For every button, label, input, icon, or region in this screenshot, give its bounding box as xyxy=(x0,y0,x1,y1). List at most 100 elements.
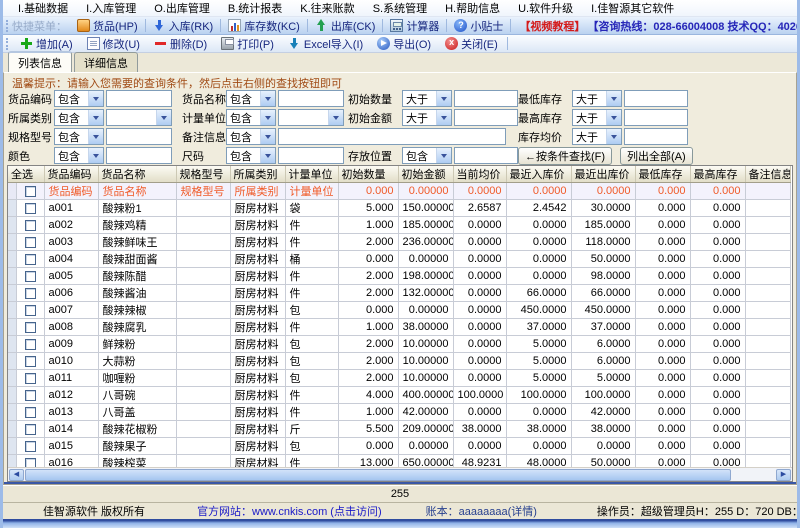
filter-operator-select[interactable]: 大于 xyxy=(572,109,622,126)
row-checkbox[interactable] xyxy=(25,390,36,401)
locate-row[interactable]: 货品编码货品名称规格型号所属类别计量单位0.0000.000000.00000.… xyxy=(8,183,790,200)
quick-item-2[interactable]: 库存数(KC) xyxy=(223,18,305,34)
scroll-left-button[interactable]: ◀ xyxy=(9,469,24,481)
filter-value-input[interactable] xyxy=(278,128,506,145)
menu-item-3[interactable]: B.统计报表 xyxy=(219,0,291,17)
list-all-button[interactable]: 列出全部(A) xyxy=(620,147,693,165)
filter-value-input[interactable] xyxy=(278,147,344,164)
col-header-7[interactable]: 当前均价 xyxy=(453,166,506,183)
row-checkbox[interactable] xyxy=(25,356,36,367)
row-checkbox[interactable] xyxy=(25,407,36,418)
filter-value-input[interactable] xyxy=(624,109,688,126)
toolbar-button-0[interactable]: 增加(A) xyxy=(13,36,80,52)
quick-item-1[interactable]: 入库(RK) xyxy=(148,18,219,34)
filter-value-input[interactable] xyxy=(624,90,688,107)
row-checkbox[interactable] xyxy=(25,220,36,231)
col-header-3[interactable]: 所属类别 xyxy=(230,166,285,183)
table-row-10[interactable]: a011咖喱粉厨房材料包2.00010.000000.00005.00005.0… xyxy=(8,370,790,387)
scroll-thumb[interactable] xyxy=(25,469,731,481)
col-header-8[interactable]: 最近入库价 xyxy=(506,166,571,183)
table-row-12[interactable]: a013八哥盖厨房材料件1.00042.000000.00000.000042.… xyxy=(8,404,790,421)
filter-value-input[interactable] xyxy=(454,109,518,126)
col-header-5[interactable]: 初始数量 xyxy=(338,166,398,183)
row-checkbox[interactable] xyxy=(25,322,36,333)
select-all-header[interactable]: 全选 xyxy=(8,166,44,183)
filter-value-input[interactable] xyxy=(454,90,518,107)
filter-operator-select[interactable]: 包含 xyxy=(226,147,276,164)
tab-detail-info[interactable]: 详细信息 xyxy=(74,52,138,72)
toolbar-button-5[interactable]: 导出(O) xyxy=(370,36,438,52)
row-checkbox[interactable] xyxy=(25,373,36,384)
hotline-link[interactable]: 【咨询热线：028-66004008 技术QQ：402603(点击交谈)】 xyxy=(587,18,800,34)
menu-item-5[interactable]: S.系统管理 xyxy=(364,0,436,17)
table-row-9[interactable]: a010大蒜粉厨房材料包2.00010.000000.00005.00006.0… xyxy=(8,353,790,370)
menu-item-6[interactable]: H.帮助信息 xyxy=(436,0,509,17)
col-header-10[interactable]: 最低库存 xyxy=(635,166,690,183)
menu-item-4[interactable]: K.往来账款 xyxy=(291,0,363,17)
toolbar-button-6[interactable]: 关闭(E) xyxy=(438,36,505,52)
filter-value-input[interactable] xyxy=(106,147,172,164)
table-row-11[interactable]: a012八哥碗厨房材料件4.000400.00000100.0000100.00… xyxy=(8,387,790,404)
filter-value-select[interactable] xyxy=(106,109,172,126)
filter-operator-select[interactable]: 大于 xyxy=(572,128,622,145)
scroll-right-button[interactable]: ▶ xyxy=(776,469,791,481)
col-header-9[interactable]: 最近出库价 xyxy=(571,166,635,183)
quick-item-3[interactable]: 出库(CK) xyxy=(310,18,381,34)
col-header-2[interactable]: 规格型号 xyxy=(176,166,230,183)
col-header-1[interactable]: 货品名称 xyxy=(98,166,176,183)
row-checkbox[interactable] xyxy=(25,339,36,350)
row-checkbox[interactable] xyxy=(25,441,36,452)
row-checkbox[interactable] xyxy=(25,237,36,248)
table-row-14[interactable]: a015酸辣果子厨房材料包0.0000.000000.00000.00000.0… xyxy=(8,438,790,455)
filter-value-input[interactable] xyxy=(106,90,172,107)
locate-row-checkbox[interactable] xyxy=(25,186,36,197)
table-row-4[interactable]: a005酸辣陈醋厨房材料件2.000198.000000.00000.00009… xyxy=(8,268,790,285)
filter-operator-select[interactable]: 大于 xyxy=(572,90,622,107)
row-checkbox[interactable] xyxy=(25,305,36,316)
table-row-7[interactable]: a008酸辣腐乳厨房材料件1.00038.000000.000037.00003… xyxy=(8,319,790,336)
filter-operator-select[interactable]: 大于 xyxy=(402,90,452,107)
row-checkbox[interactable] xyxy=(25,271,36,282)
menu-item-2[interactable]: O.出库管理 xyxy=(145,0,219,17)
col-header-12[interactable]: 备注信息 xyxy=(745,166,790,183)
official-website-link[interactable]: 官方网站：www.cnkis.com (点击访问) xyxy=(197,503,382,519)
menu-item-7[interactable]: U.软件升级 xyxy=(509,0,582,17)
filter-operator-select[interactable]: 包含 xyxy=(226,90,276,107)
toolbar-button-2[interactable]: 删除(D) xyxy=(147,36,214,52)
table-row-2[interactable]: a003酸辣鲜味王厨房材料件2.000236.000000.00000.0000… xyxy=(8,234,790,251)
row-checkbox[interactable] xyxy=(25,288,36,299)
video-tutorial-link[interactable]: 【视频教程】 xyxy=(519,18,585,34)
quick-item-4[interactable]: 计算器 xyxy=(385,18,444,34)
col-header-4[interactable]: 计量单位 xyxy=(285,166,338,183)
filter-operator-select[interactable]: 包含 xyxy=(226,128,276,145)
filter-operator-select[interactable]: 包含 xyxy=(54,90,104,107)
col-header-6[interactable]: 初始金额 xyxy=(398,166,453,183)
filter-value-input[interactable] xyxy=(278,90,344,107)
filter-operator-select[interactable]: 包含 xyxy=(54,128,104,145)
filter-operator-select[interactable]: 包含 xyxy=(54,147,104,164)
table-row-8[interactable]: a009鲜辣粉厨房材料包2.00010.000000.00005.00006.0… xyxy=(8,336,790,353)
toolbar-button-3[interactable]: 打印(P) xyxy=(214,36,281,52)
table-row-13[interactable]: a014酸辣花椒粉厨房材料斤5.500209.0000038.000038.00… xyxy=(8,421,790,438)
quick-item-0[interactable]: 货品(HP) xyxy=(72,18,143,34)
quick-item-5[interactable]: 小贴士 xyxy=(449,18,508,34)
filter-operator-select[interactable]: 包含 xyxy=(54,109,104,126)
filter-operator-select[interactable]: 包含 xyxy=(226,109,276,126)
filter-operator-select[interactable]: 包含 xyxy=(402,147,452,164)
table-row-1[interactable]: a002酸辣鸡精厨房材料件1.000185.000000.00000.00001… xyxy=(8,217,790,234)
menu-item-8[interactable]: I.佳智源其它软件 xyxy=(582,0,683,17)
row-checkbox[interactable] xyxy=(25,254,36,265)
table-row-6[interactable]: a007酸辣辣椒厨房材料包0.0000.000000.0000450.00004… xyxy=(8,302,790,319)
toolbar-button-1[interactable]: 修改(U) xyxy=(80,36,147,52)
ledger-info-link[interactable]: 账本：aaaaaaaa(详情) xyxy=(426,503,537,519)
row-checkbox[interactable] xyxy=(25,424,36,435)
row-checkbox[interactable] xyxy=(25,203,36,214)
menu-item-1[interactable]: I.入库管理 xyxy=(77,0,145,17)
filter-value-input[interactable] xyxy=(106,128,172,145)
filter-operator-select[interactable]: 大于 xyxy=(402,109,452,126)
filter-value-select[interactable] xyxy=(278,109,344,126)
table-row-0[interactable]: a001酸辣粉1厨房材料袋5.000150.000002.65872.45423… xyxy=(8,200,790,217)
filter-value-input[interactable] xyxy=(454,147,518,164)
tab-list-info[interactable]: 列表信息 xyxy=(8,51,72,73)
filter-value-input[interactable] xyxy=(624,128,688,145)
